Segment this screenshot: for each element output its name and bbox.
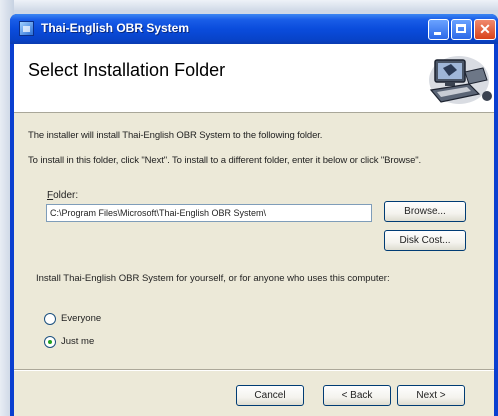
instruction-text-2: To install in this folder, click "Next".… bbox=[28, 155, 422, 166]
minimize-button[interactable] bbox=[428, 19, 449, 40]
radio-just-me-indicator[interactable] bbox=[44, 336, 56, 348]
folder-label-text: older: bbox=[53, 190, 79, 201]
window-title: Thai-English OBR System bbox=[41, 21, 190, 35]
folder-path-input[interactable]: C:\Program Files\Microsoft\Thai-English … bbox=[46, 204, 372, 222]
maximize-button[interactable] bbox=[451, 19, 472, 40]
installer-window: Thai-English OBR System ✕ Select Install… bbox=[10, 14, 498, 416]
folder-label: Folder: bbox=[47, 190, 78, 201]
radio-everyone-indicator[interactable] bbox=[44, 313, 56, 325]
computer-install-icon bbox=[429, 56, 492, 104]
close-icon: ✕ bbox=[479, 21, 491, 37]
footer-separator bbox=[14, 369, 494, 371]
background-desktop bbox=[0, 0, 498, 10]
disk-cost-button[interactable]: Disk Cost... bbox=[384, 230, 466, 251]
next-button[interactable]: Next > bbox=[397, 385, 465, 406]
app-icon bbox=[19, 21, 34, 36]
cancel-button[interactable]: Cancel bbox=[236, 385, 304, 406]
page-title: Select Installation Folder bbox=[28, 60, 226, 80]
install-for-prompt: Install Thai-English OBR System for your… bbox=[36, 273, 390, 284]
back-button[interactable]: < Back bbox=[323, 385, 391, 406]
title-bar[interactable]: Thai-English OBR System ✕ bbox=[10, 14, 498, 44]
radio-just-me-label: Just me bbox=[61, 336, 95, 347]
radio-everyone-label: Everyone bbox=[61, 313, 102, 324]
browse-button[interactable]: Browse... bbox=[384, 201, 466, 222]
header-band: Select Installation Folder bbox=[14, 44, 494, 113]
close-button[interactable]: ✕ bbox=[474, 19, 496, 40]
instruction-text-1: The installer will install Thai-English … bbox=[28, 130, 323, 141]
dialog-client: Select Installation Folder The installer… bbox=[14, 44, 494, 416]
